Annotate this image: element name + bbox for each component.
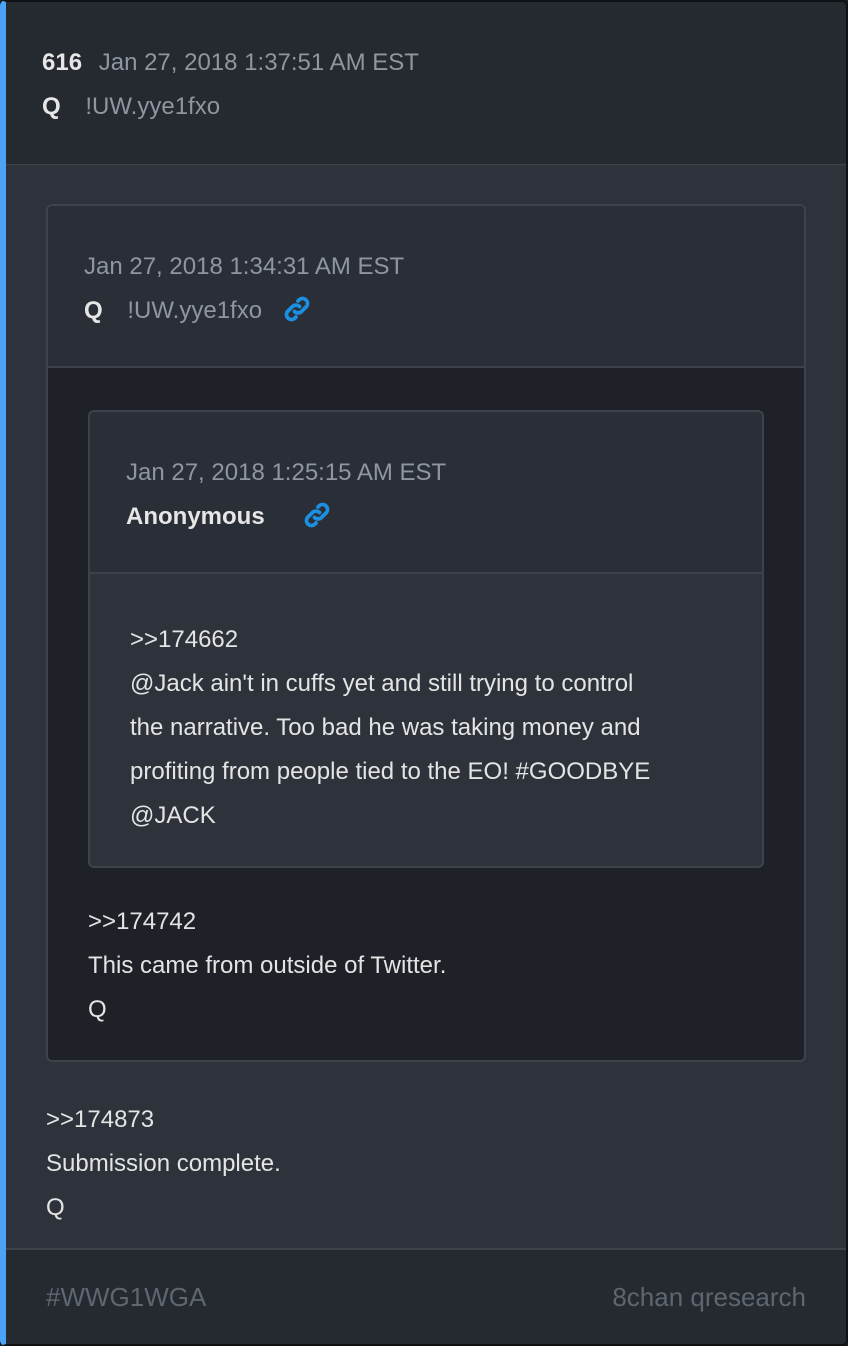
post-card: 616 Jan 27, 2018 1:37:51 AM EST Q !UW.yy… (0, 0, 848, 1346)
quoted-post-inner-meta: Jan 27, 2018 1:25:15 AM EST (126, 458, 446, 488)
post-footer: #WWG1WGA 8chan qresearch (6, 1248, 846, 1344)
body-line: Q (46, 1194, 65, 1221)
post-tripcode: !UW.yye1fxo (85, 93, 221, 120)
quoted-post-outer-datetime: Jan 27, 2018 1:34:31 AM EST (84, 253, 405, 280)
quoted-post-outer-body: >>174742 This came from outside of Twitt… (88, 900, 446, 1032)
post-datetime: Jan 27, 2018 1:37:51 AM EST (98, 49, 419, 76)
quoted-post-inner-author-line: Anonymous (126, 502, 265, 532)
body-line: @JACK (130, 802, 216, 829)
quote-reference-link[interactable]: >>174742 (88, 900, 446, 944)
body-line: Q (88, 996, 107, 1023)
body-line: profiting from people tied to the EO! #G… (130, 758, 651, 785)
quoted-post-outer-author: Q (84, 297, 103, 324)
post-body: >>174873 Submission complete. Q (46, 1098, 281, 1230)
body-line: the narrative. Too bad he was taking mon… (130, 714, 641, 741)
post-number: 616 (42, 49, 83, 76)
link-icon[interactable] (302, 500, 332, 530)
body-line: This came from outside of Twitter. (88, 952, 447, 979)
footer-source: 8chan qresearch (612, 1282, 806, 1312)
post-author-line: Q !UW.yye1fxo (42, 92, 220, 122)
quoted-post-inner-author: Anonymous (126, 503, 265, 530)
quoted-post-outer-author-line: Q !UW.yye1fxo (84, 296, 262, 326)
body-line: Submission complete. (46, 1150, 281, 1177)
post-author: Q (42, 93, 61, 120)
footer-hashtag: #WWG1WGA (46, 1282, 207, 1312)
quote-reference-link[interactable]: >>174662 (130, 618, 650, 662)
quoted-post-outer-meta: Jan 27, 2018 1:34:31 AM EST (84, 252, 404, 282)
quoted-post-outer-header: Jan 27, 2018 1:34:31 AM EST Q !UW.yye1fx… (48, 206, 804, 368)
quoted-post-inner-header: Jan 27, 2018 1:25:15 AM EST Anonymous (90, 412, 762, 574)
quote-reference-link[interactable]: >>174873 (46, 1098, 281, 1142)
post-meta: 616 Jan 27, 2018 1:37:51 AM EST (42, 48, 419, 78)
quoted-post-inner: Jan 27, 2018 1:25:15 AM EST Anonymous >>… (88, 410, 764, 868)
link-icon[interactable] (282, 294, 312, 324)
quoted-post-outer: Jan 27, 2018 1:34:31 AM EST Q !UW.yye1fx… (46, 204, 806, 1062)
post-header: 616 Jan 27, 2018 1:37:51 AM EST Q !UW.yy… (6, 2, 846, 165)
quoted-post-inner-body: >>174662 @Jack ain't in cuffs yet and st… (130, 618, 650, 838)
quoted-post-outer-tripcode: !UW.yye1fxo (127, 297, 263, 324)
body-line: @Jack ain't in cuffs yet and still tryin… (130, 670, 634, 697)
quoted-post-inner-datetime: Jan 27, 2018 1:25:15 AM EST (126, 459, 447, 486)
